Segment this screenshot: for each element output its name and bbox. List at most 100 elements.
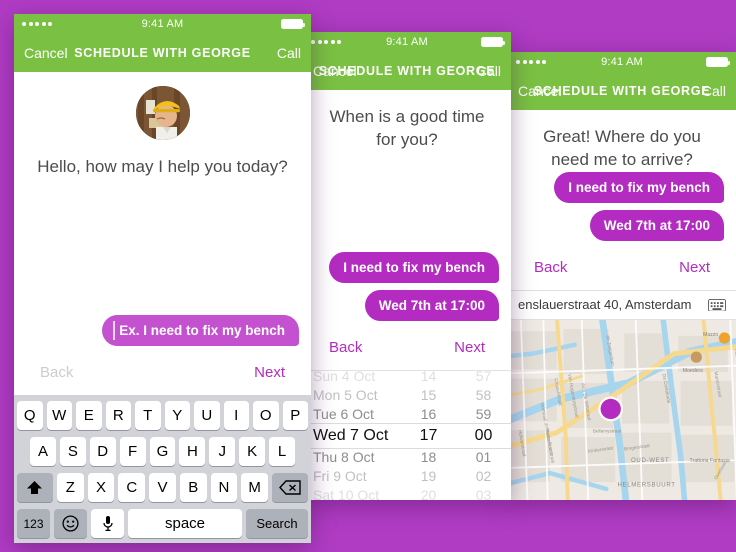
picker-column-day[interactable]: Sun 4 Oct Mon 5 Oct Tue 6 Oct Wed 7 Oct … [303,371,401,500]
key-s[interactable]: S [59,437,86,466]
call-button[interactable]: Call [477,63,501,79]
action-row: Back Next [14,346,311,395]
phone-screen-address: 9:41 AM Cancel SCHEDULE WITH GEORGE Call… [508,52,736,500]
conversation-body: Great! Where do you need me to arrive? I… [508,110,736,500]
picker-item[interactable]: 58 [476,386,492,405]
action-row: Back Next [508,241,736,290]
picker-column-hour[interactable]: 14 15 16 17 18 19 20 [401,371,456,500]
key-e[interactable]: E [76,401,102,430]
phone-screen-intro: 9:41 AM Cancel SCHEDULE WITH GEORGE Call [14,14,311,543]
message-input-placeholder[interactable]: Ex. I need to fix my bench [102,315,299,346]
picker-item[interactable]: 15 [421,386,437,405]
key-u[interactable]: U [194,401,220,430]
key-o[interactable]: O [253,401,279,430]
picker-item[interactable]: 02 [476,467,492,486]
key-j[interactable]: J [209,437,236,466]
back-button[interactable]: Back [40,364,73,381]
status-time: 9:41 AM [141,18,184,30]
emoji-icon[interactable] [54,509,87,538]
key-g[interactable]: G [149,437,176,466]
cancel-button[interactable]: Cancel [313,63,357,79]
back-button[interactable]: Back [329,339,362,356]
key-h[interactable]: H [179,437,206,466]
microphone-icon[interactable] [91,509,124,538]
next-button[interactable]: Next [454,339,485,356]
battery-full-icon [706,57,730,67]
nav-bar: Cancel SCHEDULE WITH GEORGE Call [14,34,311,72]
conversation-body: Hello, how may I help you today? Ex. I n… [14,72,311,543]
message-list: I need to fix my bench Wed 7th at 17:00 [303,252,511,321]
key-c[interactable]: C [118,473,146,502]
picker-item[interactable]: Tue 6 Oct [313,405,374,424]
key-n[interactable]: N [210,473,238,502]
picker-item[interactable]: 20 [421,486,437,501]
text-caret [113,321,115,340]
key-r[interactable]: R [105,401,131,430]
picker-column-minute[interactable]: 57 58 59 00 01 02 03 [456,371,511,500]
address-value: enslauerstraat 40, Amsterdam [518,297,692,313]
picker-item[interactable]: 14 [421,371,437,386]
numbers-key[interactable]: 123 [17,509,50,538]
svg-text:Moeders: Moeders [683,368,703,374]
key-t[interactable]: T [135,401,161,430]
picker-item-selected[interactable]: 17 [420,424,438,448]
search-key[interactable]: Search [246,509,308,538]
keyboard-icon[interactable] [708,298,726,312]
call-button[interactable]: Call [702,83,726,99]
picker-item[interactable]: 16 [421,405,437,424]
picker-item-selected[interactable]: 00 [475,424,493,448]
picker-item[interactable]: 03 [476,486,492,501]
picker-item[interactable]: Mon 5 Oct [313,386,378,405]
cancel-button[interactable]: Cancel [24,45,68,61]
picker-item[interactable]: Sat 10 Oct [313,486,379,501]
battery-full-icon [481,37,505,47]
key-m[interactable]: M [241,473,269,502]
map-view[interactable]: de Zwijgerlaan Van Hogendorpstraat Wim D… [508,319,736,500]
picker-item[interactable]: 01 [476,448,492,467]
key-f[interactable]: F [119,437,146,466]
picker-item[interactable]: 57 [476,371,492,386]
next-button[interactable]: Next [679,259,710,276]
key-q[interactable]: Q [17,401,43,430]
svg-text:OUD-WEST: OUD-WEST [631,458,669,464]
key-p[interactable]: P [282,401,308,430]
assistant-prompt: When is a good time for you? [329,107,485,149]
george-avatar [135,86,190,140]
shift-icon[interactable] [16,473,53,502]
picker-item-selected[interactable]: Wed 7 Oct [313,424,388,448]
signal-dots-icon [516,60,546,64]
on-screen-keyboard[interactable]: Q W E R T Y U I O P A S D F G H J K L Z … [14,395,311,543]
next-button[interactable]: Next [254,364,285,381]
picker-item[interactable]: 18 [421,448,437,467]
key-l[interactable]: L [269,437,296,466]
signal-dots-icon [311,40,341,44]
key-i[interactable]: I [223,401,249,430]
key-y[interactable]: Y [164,401,190,430]
backspace-icon[interactable] [272,473,309,502]
picker-item[interactable]: 59 [476,405,492,424]
back-button[interactable]: Back [534,259,567,276]
status-bar: 9:41 AM [508,52,736,72]
picker-item[interactable]: Thu 8 Oct [313,448,374,467]
key-a[interactable]: A [30,437,56,466]
assistant-prompt: Great! Where do you need me to arrive? [543,127,701,169]
svg-text:Mazzo: Mazzo [703,332,718,338]
call-button[interactable]: Call [277,45,301,61]
space-key[interactable]: space [128,509,242,538]
key-x[interactable]: X [87,473,115,502]
datetime-picker[interactable]: Sun 4 Oct Mon 5 Oct Tue 6 Oct Wed 7 Oct … [303,370,511,500]
picker-item[interactable]: Sun 4 Oct [313,371,375,386]
cancel-button[interactable]: Cancel [518,83,562,99]
key-k[interactable]: K [239,437,266,466]
picker-item[interactable]: Fri 9 Oct [313,467,367,486]
address-field[interactable]: enslauerstraat 40, Amsterdam [508,289,736,320]
picker-item[interactable]: 19 [421,467,437,486]
key-z[interactable]: Z [56,473,84,502]
phone-screen-datetime: 9:41 AM Cancel SCHEDULE WITH GEORGE Call… [303,32,511,500]
key-b[interactable]: B [179,473,207,502]
svg-text:Bellamystraat: Bellamystraat [593,428,622,434]
key-w[interactable]: W [46,401,72,430]
key-d[interactable]: D [89,437,116,466]
key-v[interactable]: V [149,473,176,502]
assistant-prompt: Hello, how may I help you today? [37,157,288,176]
